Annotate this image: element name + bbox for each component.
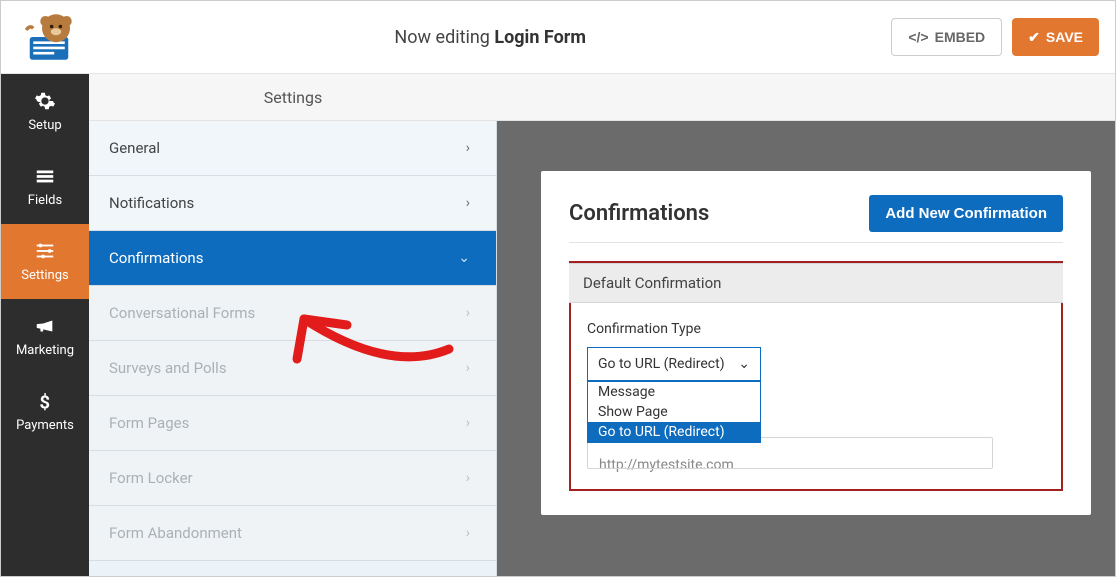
add-new-confirmation-button[interactable]: Add New Confirmation <box>869 195 1063 232</box>
dropdown-option-message[interactable]: Message <box>588 382 760 402</box>
rail-item-fields[interactable]: Fields <box>1 149 89 224</box>
chevron-right-icon: › <box>466 195 470 211</box>
list-icon <box>34 165 56 187</box>
form-name: Login Form <box>494 27 586 48</box>
chevron-right-icon: › <box>466 470 470 486</box>
editing-prefix: Now editing <box>394 27 489 48</box>
confirmation-type-label: Confirmation Type <box>587 321 1045 337</box>
dropdown-option-go-to-url[interactable]: Go to URL (Redirect) <box>588 422 760 442</box>
sidebar-rail: Setup Fields Settings Marketing $ Paymen… <box>1 74 89 576</box>
chevron-down-icon: ⌄ <box>738 356 750 372</box>
panel-title: Confirmations <box>569 201 709 226</box>
chevron-right-icon: › <box>466 525 470 541</box>
submenu-general[interactable]: General › <box>89 121 496 176</box>
dollar-icon: $ <box>34 390 56 412</box>
submenu-confirmations[interactable]: Confirmations ⌄ <box>89 231 496 286</box>
dropdown-option-show-page[interactable]: Show Page <box>588 402 760 422</box>
submenu-form-locker[interactable]: Form Locker › <box>89 451 496 506</box>
save-button[interactable]: ✔ SAVE <box>1012 18 1099 56</box>
rail-item-settings[interactable]: Settings <box>1 224 89 299</box>
sliders-icon <box>34 240 56 262</box>
rail-item-marketing[interactable]: Marketing <box>1 299 89 374</box>
settings-bar-left: Settings <box>89 74 497 121</box>
rail-item-payments[interactable]: $ Payments <box>1 374 89 449</box>
gear-icon <box>34 90 56 112</box>
chevron-right-icon: › <box>466 140 470 156</box>
chevron-down-icon: ⌄ <box>458 250 470 266</box>
confirmations-card: Confirmations Add New Confirmation Defau… <box>541 171 1091 515</box>
default-confirmation-header[interactable]: Default Confirmation <box>569 263 1063 303</box>
header: Now editing Login Form </> EMBED ✔ SAVE <box>1 1 1115 74</box>
chevron-right-icon: › <box>466 415 470 431</box>
bullhorn-icon <box>34 315 56 337</box>
chevron-right-icon: › <box>466 360 470 376</box>
rail-item-setup[interactable]: Setup <box>1 74 89 149</box>
confirmation-type-dropdown: Message Show Page Go to URL (Redirect) <box>587 381 761 443</box>
divider <box>569 242 1063 243</box>
submenu-notifications[interactable]: Notifications › <box>89 176 496 231</box>
submenu-conversational-forms[interactable]: Conversational Forms › <box>89 286 496 341</box>
chevron-right-icon: › <box>466 305 470 321</box>
app-logo <box>1 9 89 65</box>
header-title: Now editing Login Form <box>89 27 891 48</box>
svg-text:$: $ <box>40 392 51 412</box>
submenu-surveys-polls[interactable]: Surveys and Polls › <box>89 341 496 396</box>
content-top-bar <box>497 74 1115 121</box>
submenu-form-pages[interactable]: Form Pages › <box>89 396 496 451</box>
confirmation-type-select[interactable]: Go to URL (Redirect) ⌄ <box>587 347 761 381</box>
settings-submenu: General › Notifications › Confirmations … <box>89 121 497 576</box>
submenu-form-abandonment[interactable]: Form Abandonment › <box>89 506 496 561</box>
embed-button[interactable]: </> EMBED <box>891 18 1002 56</box>
code-icon: </> <box>908 29 928 45</box>
check-icon: ✔ <box>1028 29 1040 46</box>
